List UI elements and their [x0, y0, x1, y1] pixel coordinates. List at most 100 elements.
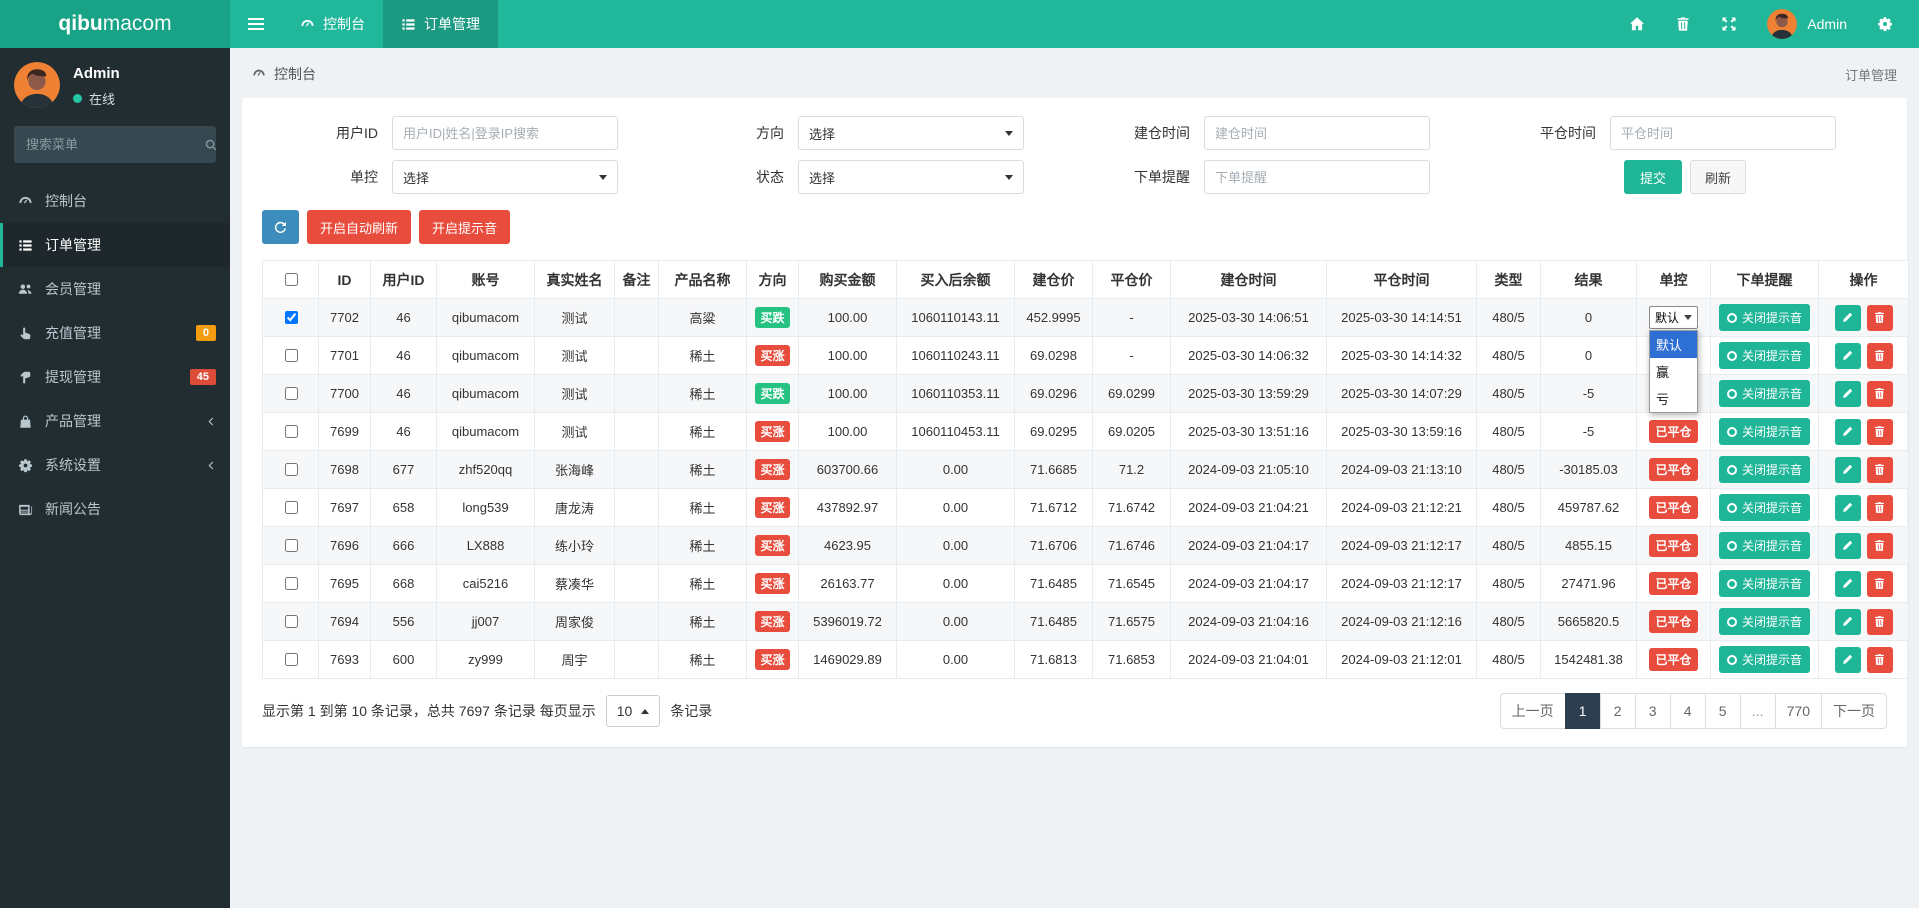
select-all-checkbox[interactable]: [284, 273, 298, 286]
search-input[interactable]: [24, 136, 204, 153]
sidebar-item-2[interactable]: 会员管理: [0, 267, 230, 311]
delete-button[interactable]: [1866, 342, 1893, 369]
mute-alert-button[interactable]: 关闭提示音: [1718, 608, 1810, 635]
cell-open-time: 2025-03-30 14:06:32: [1170, 336, 1327, 375]
page-button-4[interactable]: 4: [1669, 693, 1706, 729]
mute-alert-button[interactable]: 关闭提示音: [1718, 532, 1810, 559]
row-checkbox[interactable]: [284, 653, 298, 666]
sidebar-item-7[interactable]: 新闻公告: [0, 487, 230, 531]
edit-button[interactable]: [1834, 494, 1861, 521]
auto-refresh-button[interactable]: 开启自动刷新: [307, 210, 412, 244]
sidebar-item-0[interactable]: 控制台: [0, 179, 230, 223]
fullscreen-icon[interactable]: [1721, 16, 1737, 32]
cell-result: -5: [1540, 412, 1637, 451]
sidebar-item-1[interactable]: 订单管理: [0, 223, 230, 267]
row-checkbox[interactable]: [284, 349, 298, 362]
sidebar-item-label: 充值管理: [45, 325, 101, 341]
filter-input[interactable]: [1204, 160, 1430, 194]
sidebar-item-6[interactable]: 系统设置: [0, 443, 230, 487]
breadcrumb[interactable]: 控制台: [252, 64, 316, 84]
edit-button[interactable]: [1834, 646, 1861, 673]
filter-input[interactable]: [1610, 116, 1836, 150]
cell-uid: 46: [370, 412, 437, 451]
mute-alert-button[interactable]: 关闭提示音: [1718, 456, 1810, 483]
mute-alert-button[interactable]: 关闭提示音: [1718, 418, 1810, 445]
row-checkbox[interactable]: [284, 425, 298, 438]
control-select[interactable]: 默认: [1648, 306, 1698, 329]
mute-alert-button[interactable]: 关闭提示音: [1718, 380, 1810, 407]
row-checkbox[interactable]: [284, 539, 298, 552]
filter-select[interactable]: 选择: [798, 160, 1024, 194]
edit-button[interactable]: [1834, 532, 1861, 559]
row-checkbox[interactable]: [284, 387, 298, 400]
row-checkbox[interactable]: [284, 311, 298, 324]
dropdown-option-1[interactable]: 赢: [1650, 358, 1697, 385]
edit-button[interactable]: [1834, 380, 1861, 407]
page-button-3[interactable]: 3: [1634, 693, 1671, 729]
search-icon[interactable]: [204, 138, 218, 152]
page-size-select[interactable]: 10: [605, 695, 661, 727]
edit-button[interactable]: [1834, 342, 1861, 369]
sidebar-user-panel: Admin 在线: [0, 48, 230, 118]
hamburger-icon[interactable]: [230, 0, 282, 48]
page-button-7[interactable]: 770: [1774, 693, 1822, 729]
list-icon: [18, 238, 33, 253]
user-menu[interactable]: Admin: [1767, 9, 1847, 39]
filter-select[interactable]: 选择: [392, 160, 618, 194]
edit-button[interactable]: [1834, 570, 1861, 597]
mute-alert-button[interactable]: 关闭提示音: [1718, 342, 1810, 369]
direction-badge: 买涨: [755, 497, 790, 518]
filter-input[interactable]: [392, 116, 618, 150]
filter-select[interactable]: 选择: [798, 116, 1024, 150]
home-icon[interactable]: [1629, 16, 1645, 32]
page-button-5[interactable]: 5: [1704, 693, 1741, 729]
row-checkbox[interactable]: [284, 577, 298, 590]
sidebar-item-4[interactable]: 提现管理 45: [0, 355, 230, 399]
cell-open-price: 71.6485: [1014, 564, 1093, 603]
filter-row-1: 单控 选择 状态 选择 下单提醒 提交刷新: [262, 160, 1887, 194]
page-button-6[interactable]: ...: [1739, 693, 1776, 729]
mute-alert-button[interactable]: 关闭提示音: [1718, 494, 1810, 521]
mute-alert-button[interactable]: 关闭提示音: [1718, 570, 1810, 597]
delete-button[interactable]: [1866, 532, 1893, 559]
sound-button[interactable]: 开启提示音: [419, 210, 511, 244]
delete-button[interactable]: [1866, 304, 1893, 331]
refresh-button[interactable]: [262, 210, 299, 244]
sidebar-item-3[interactable]: 充值管理 0: [0, 311, 230, 355]
cogs-icon[interactable]: [1877, 16, 1893, 32]
sidebar-search: [14, 126, 218, 163]
delete-button[interactable]: [1866, 494, 1893, 521]
delete-button[interactable]: [1866, 646, 1893, 673]
mute-alert-button[interactable]: 关闭提示音: [1718, 304, 1810, 331]
edit-button[interactable]: [1834, 608, 1861, 635]
row-checkbox[interactable]: [284, 463, 298, 476]
filter-input[interactable]: [1204, 116, 1430, 150]
edit-button[interactable]: [1834, 456, 1861, 483]
row-checkbox[interactable]: [284, 615, 298, 628]
sidebar-item-5[interactable]: 产品管理: [0, 399, 230, 443]
page-button-0[interactable]: 上一页: [1499, 693, 1566, 729]
submit-button[interactable]: 提交: [1624, 160, 1683, 194]
delete-button[interactable]: [1866, 456, 1893, 483]
column-header: 建仓时间: [1170, 260, 1327, 299]
dropdown-option-2[interactable]: 亏: [1650, 385, 1697, 412]
delete-button[interactable]: [1866, 380, 1893, 407]
top-tab-1[interactable]: 订单管理: [383, 0, 498, 48]
edit-button[interactable]: [1834, 418, 1861, 445]
cell-name: 测试: [534, 374, 615, 413]
mute-alert-button[interactable]: 关闭提示音: [1718, 646, 1810, 673]
page-button-2[interactable]: 2: [1599, 693, 1636, 729]
dropdown-option-0[interactable]: 默认: [1649, 331, 1697, 358]
trash-icon[interactable]: [1675, 16, 1691, 32]
delete-button[interactable]: [1866, 418, 1893, 445]
page-button-8[interactable]: 下一页: [1821, 693, 1887, 729]
delete-button[interactable]: [1866, 608, 1893, 635]
brand-logo[interactable]: qibu macom: [0, 0, 230, 48]
delete-button[interactable]: [1866, 570, 1893, 597]
edit-button[interactable]: [1834, 304, 1861, 331]
row-checkbox[interactable]: [284, 501, 298, 514]
top-tab-0[interactable]: 控制台: [282, 0, 383, 48]
filter-label: 方向: [756, 125, 784, 141]
page-button-1[interactable]: 1: [1564, 693, 1601, 729]
refresh-filters-button[interactable]: 刷新: [1690, 160, 1747, 194]
